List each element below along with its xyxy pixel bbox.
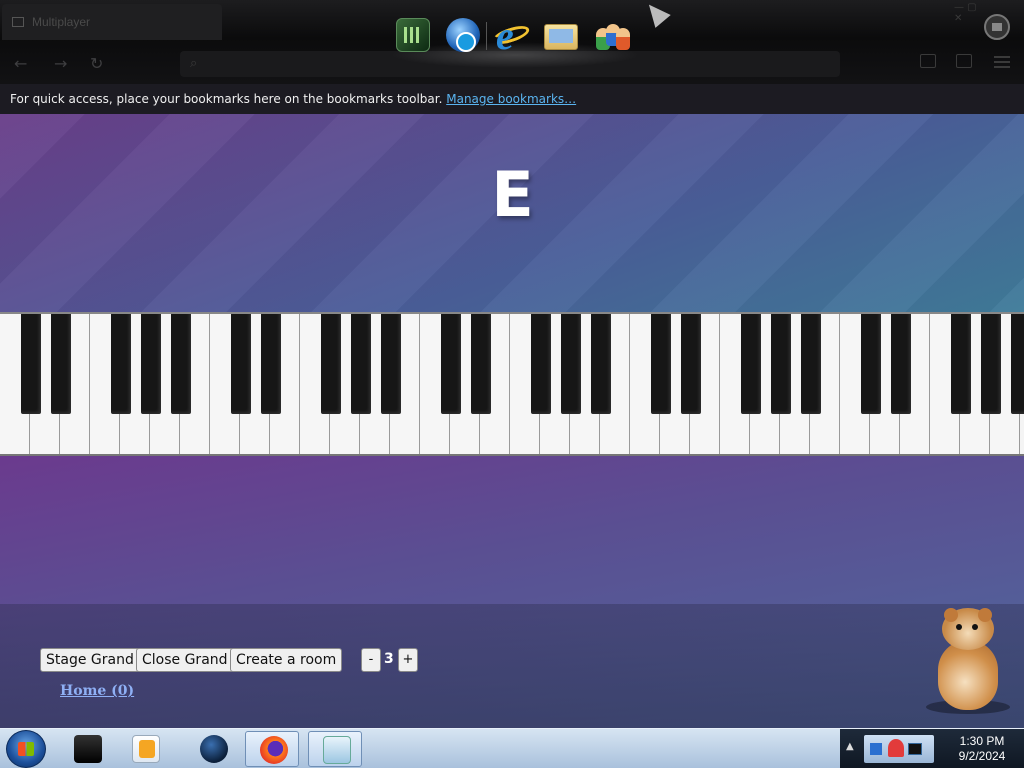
browser-chrome: Multiplayer — ▢ ✕ ← → ↻ ⌕ e <box>0 0 1024 84</box>
black-key[interactable] <box>801 314 821 414</box>
black-key[interactable] <box>321 314 341 414</box>
clock-time: 1:30 PM <box>959 734 1005 748</box>
bookmarks-hint: For quick access, place your bookmarks h… <box>10 92 443 106</box>
pocket-icon[interactable] <box>920 54 936 68</box>
alert-icon[interactable] <box>888 739 904 757</box>
taskbar-media-player[interactable] <box>118 731 172 767</box>
bookmarks-toolbar: For quick access, place your bookmarks h… <box>0 84 1024 114</box>
create-room-button[interactable]: Create a room <box>230 648 343 672</box>
extensions-icon[interactable] <box>956 54 972 68</box>
internet-explorer-icon[interactable]: e <box>490 13 532 58</box>
home-link[interactable]: Home (0) <box>60 683 134 699</box>
stage-grand-button[interactable]: Stage Grand <box>40 648 140 672</box>
shield-icon: ⌕ <box>190 56 198 71</box>
forward-arrow-icon[interactable]: → <box>54 54 67 73</box>
black-key[interactable] <box>861 314 881 414</box>
volume-value: 3 <box>384 651 394 667</box>
menu-icon[interactable] <box>994 56 1010 68</box>
black-key[interactable] <box>891 314 911 414</box>
network-icon[interactable] <box>870 743 882 755</box>
black-key[interactable] <box>381 314 401 414</box>
black-key[interactable] <box>531 314 551 414</box>
black-key[interactable] <box>591 314 611 414</box>
clock-date: 9/2/2024 <box>958 749 1006 763</box>
back-arrow-icon[interactable]: ← <box>14 54 27 73</box>
taskbar-firefox[interactable] <box>245 731 299 767</box>
mouse-cursor-icon <box>641 0 671 28</box>
black-key[interactable] <box>741 314 761 414</box>
tray-icons[interactable] <box>864 735 934 763</box>
manage-bookmarks-link[interactable]: Manage bookmarks… <box>446 92 576 106</box>
media-center-icon <box>74 735 102 763</box>
piano-page: E Stage Grand Close Grand Create a room … <box>0 114 1024 728</box>
spreadsheet-app-icon[interactable] <box>396 18 430 52</box>
display-icon[interactable] <box>908 743 922 755</box>
browser-tab[interactable]: Multiplayer <box>2 4 222 40</box>
black-key[interactable] <box>51 314 71 414</box>
show-hidden-icons-arrow-icon[interactable]: ▲ <box>846 741 854 752</box>
notes-icon <box>323 736 351 764</box>
black-key[interactable] <box>651 314 671 414</box>
dock-separator <box>486 22 487 50</box>
hamster-desktop-pet[interactable] <box>920 604 1010 714</box>
volume-decrease-button[interactable]: - <box>361 648 381 672</box>
window-controls[interactable]: — ▢ ✕ <box>954 2 984 24</box>
internet-globe-icon[interactable] <box>446 18 480 52</box>
black-key[interactable] <box>171 314 191 414</box>
black-key[interactable] <box>21 314 41 414</box>
page-lower-background <box>0 454 1024 728</box>
close-grand-button[interactable]: Close Grand <box>136 648 234 672</box>
black-key[interactable] <box>1011 314 1024 414</box>
black-key[interactable] <box>231 314 251 414</box>
tab-title: Multiplayer <box>32 15 91 29</box>
start-button[interactable] <box>6 730 46 768</box>
black-key[interactable] <box>111 314 131 414</box>
taskbar-notes[interactable] <box>308 731 362 767</box>
black-key[interactable] <box>771 314 791 414</box>
black-key[interactable] <box>441 314 461 414</box>
reload-icon[interactable]: ↻ <box>90 54 103 73</box>
desktop-dock: e <box>390 13 640 68</box>
current-note-label: E <box>491 158 533 231</box>
taskbar-globe[interactable] <box>186 731 240 767</box>
black-key[interactable] <box>981 314 1001 414</box>
toolbox-icon[interactable] <box>984 14 1010 40</box>
black-key[interactable] <box>561 314 581 414</box>
taskbar: ▲ 1:30 PM 9/2/2024 <box>0 728 1024 768</box>
black-key[interactable] <box>141 314 161 414</box>
clock[interactable]: 1:30 PM 9/2/2024 <box>942 734 1022 764</box>
globe-icon <box>200 735 228 763</box>
bookmarks-message: For quick access, place your bookmarks h… <box>10 92 576 106</box>
messenger-icon[interactable] <box>594 18 630 52</box>
taskbar-media-center[interactable] <box>60 731 114 767</box>
black-key[interactable] <box>681 314 701 414</box>
media-player-icon <box>132 735 160 763</box>
black-key[interactable] <box>351 314 371 414</box>
black-key[interactable] <box>471 314 491 414</box>
system-tray: ▲ 1:30 PM 9/2/2024 <box>840 729 1024 768</box>
volume-increase-button[interactable]: + <box>398 648 418 672</box>
mail-icon[interactable] <box>544 24 578 50</box>
tab-favicon-icon <box>12 17 24 27</box>
piano-keyboard[interactable] <box>0 312 1024 456</box>
black-key[interactable] <box>261 314 281 414</box>
firefox-icon <box>260 736 288 764</box>
black-key[interactable] <box>951 314 971 414</box>
